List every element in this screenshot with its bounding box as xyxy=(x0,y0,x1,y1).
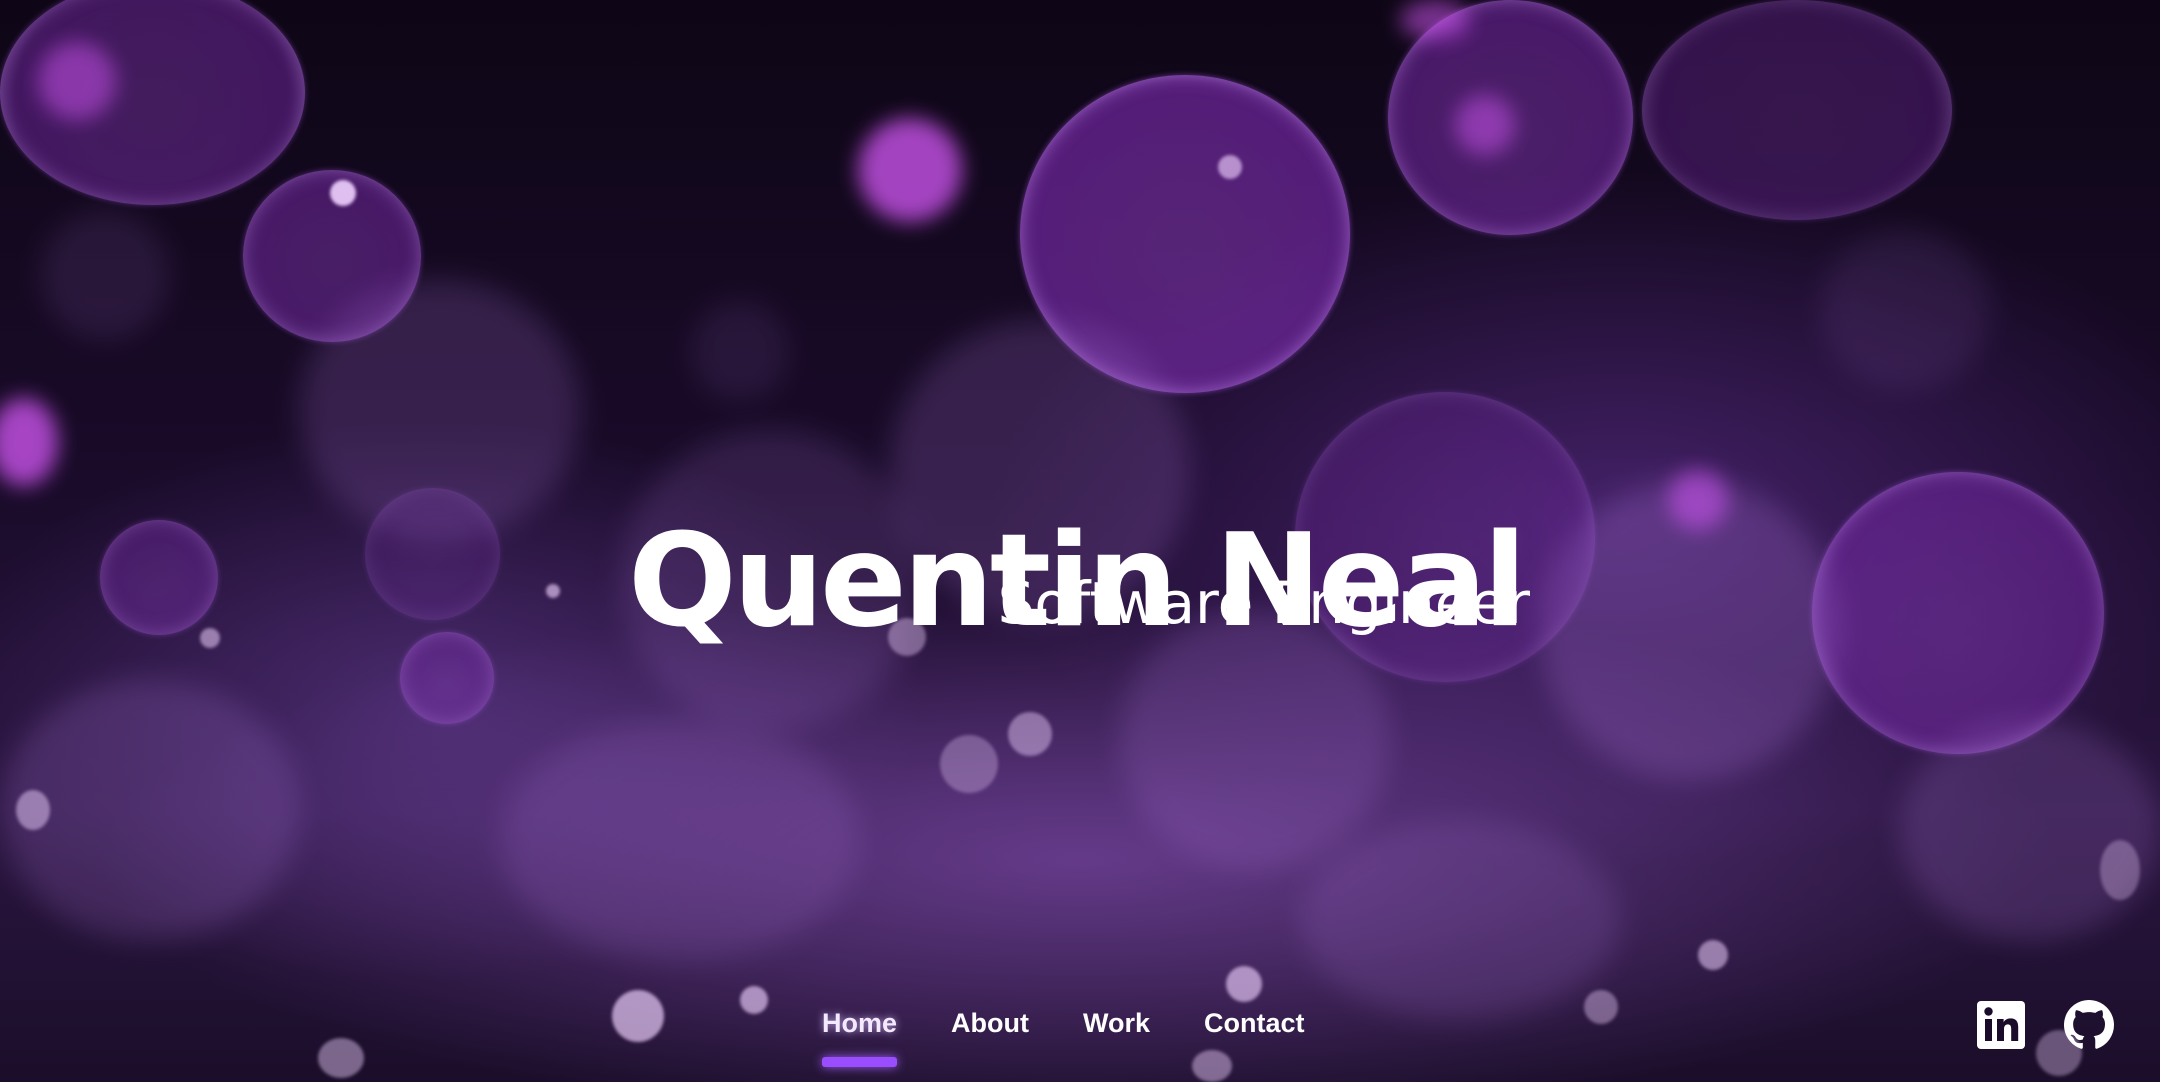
nav-home[interactable]: Home xyxy=(822,1008,898,1067)
hero-background: Quentin Neal Software Engineer Home Abou… xyxy=(0,0,2160,1082)
github-icon[interactable] xyxy=(2064,1000,2114,1050)
nav-about[interactable]: About xyxy=(951,1008,1029,1059)
nav-contact[interactable]: Contact xyxy=(1204,1008,1305,1059)
social-links xyxy=(1976,1000,2114,1050)
main-nav: Home About Work Contact xyxy=(822,1008,1305,1067)
subtitle: Software Engineer xyxy=(997,569,1530,637)
nav-work[interactable]: Work xyxy=(1083,1008,1150,1059)
linkedin-icon[interactable] xyxy=(1976,1000,2026,1050)
hero-text: Quentin Neal Software Engineer xyxy=(0,0,2160,1082)
